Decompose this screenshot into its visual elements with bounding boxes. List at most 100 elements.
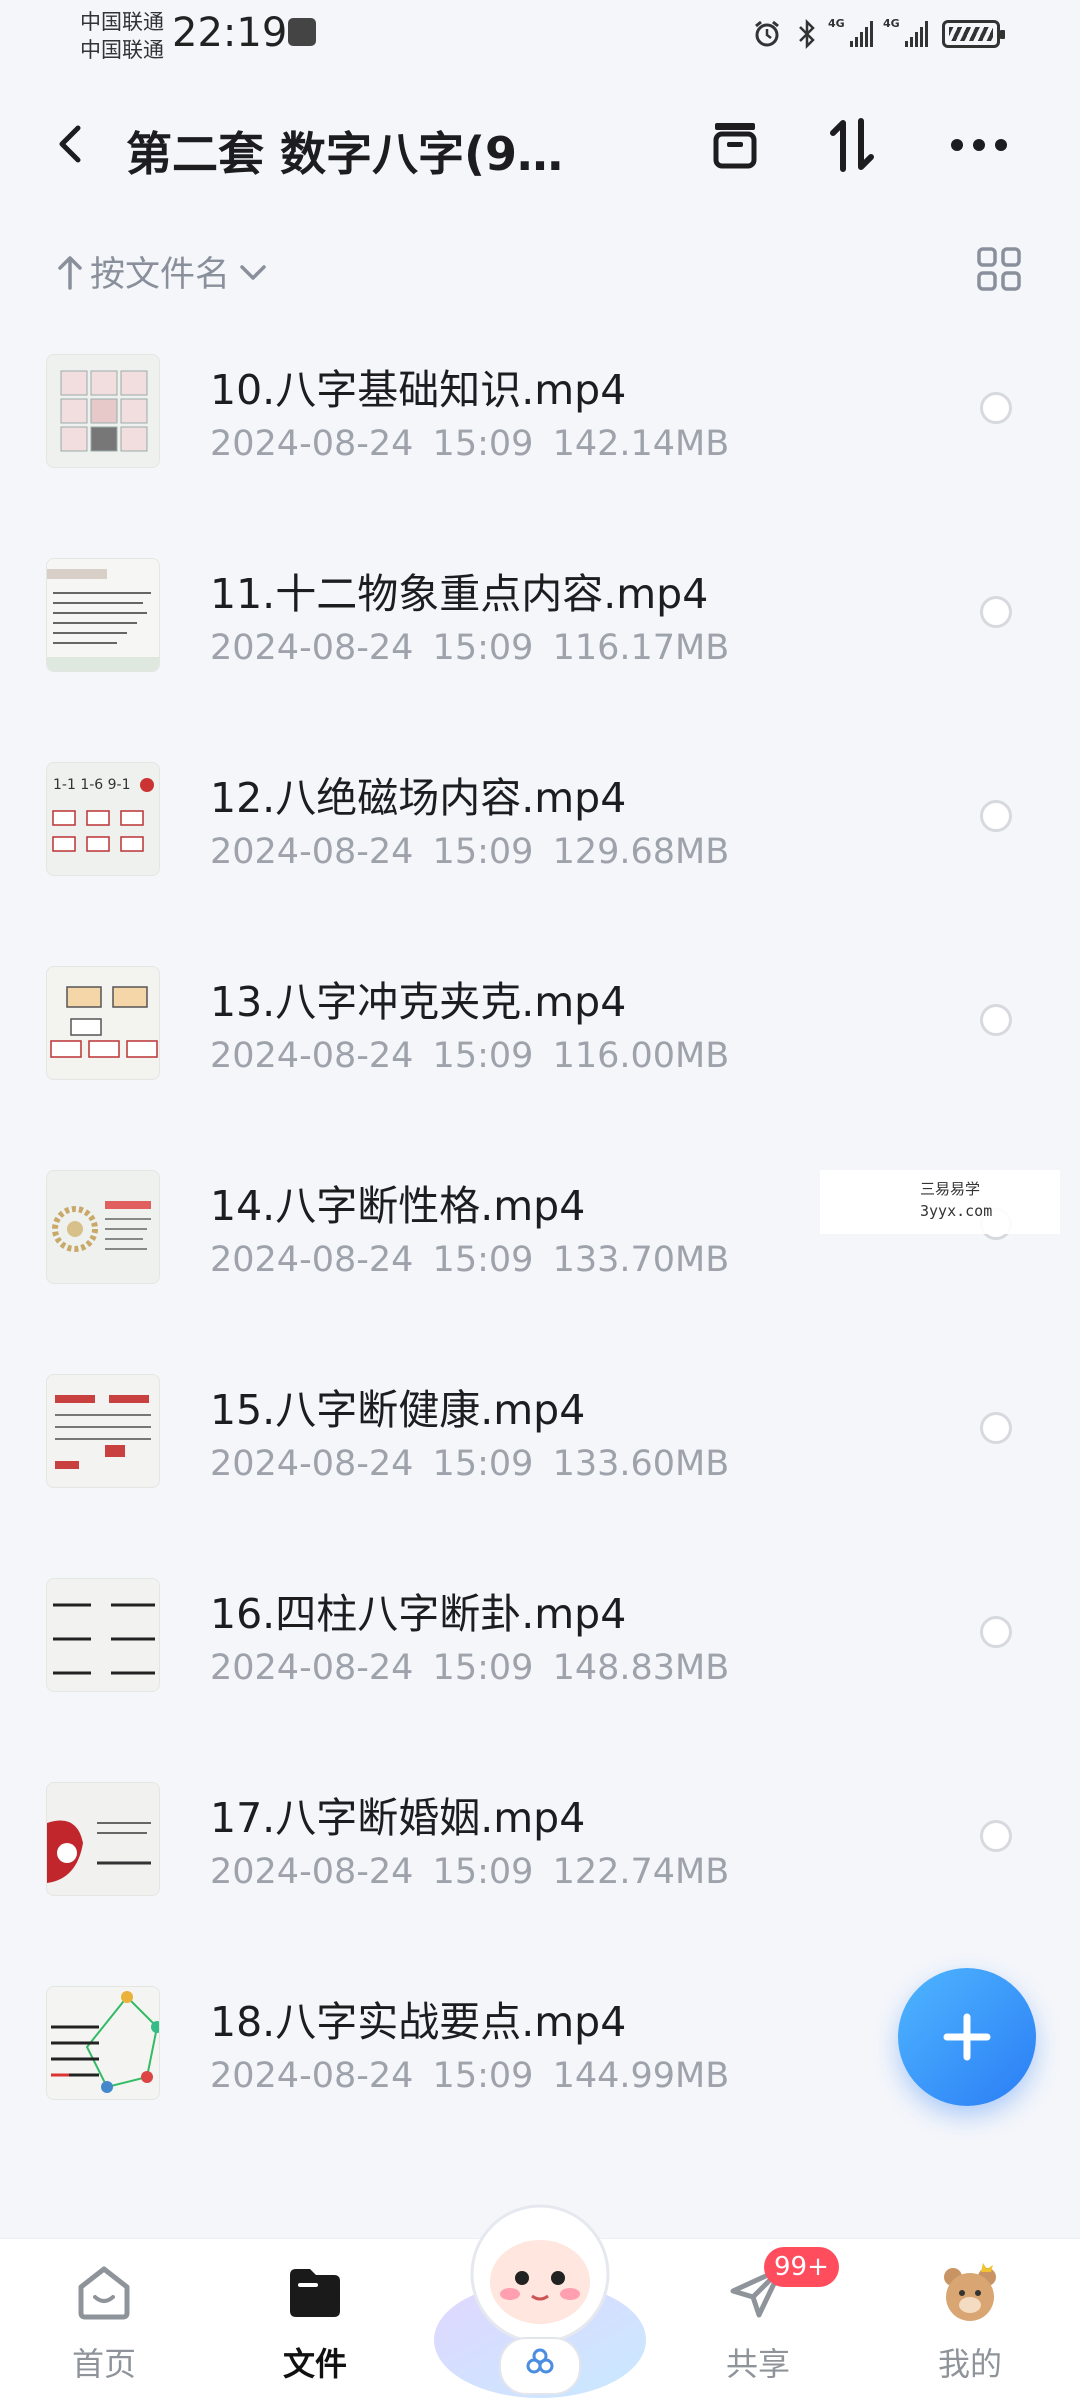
file-size: 133.70MB: [552, 1240, 730, 1280]
file-row[interactable]: 16.四柱八字断卦.mp4 2024-08-24 15:09 148.83MB: [0, 1564, 1080, 1768]
battery-icon: [942, 20, 1005, 48]
nav-home-label: 首页: [71, 2345, 136, 2383]
archive-button[interactable]: [700, 110, 770, 180]
file-row[interactable]: 11.十二物象重点内容.mp4 2024-08-24 15:09 116.17M…: [0, 544, 1080, 748]
file-time: 15:09: [432, 2056, 534, 2096]
video-thumbnail: [46, 354, 160, 468]
file-name: 18.八字实战要点.mp4: [210, 1998, 627, 2046]
file-date: 2024-08-24: [210, 2056, 414, 2096]
sort-swap-icon: [830, 118, 874, 172]
select-radio[interactable]: [980, 800, 1012, 832]
select-radio[interactable]: [980, 1820, 1012, 1852]
file-name: 10.八字基础知识.mp4: [210, 366, 627, 414]
select-radio[interactable]: [980, 1412, 1012, 1444]
file-name: 12.八绝磁场内容.mp4: [210, 774, 627, 822]
file-row[interactable]: 1-1 1-6 9-1 12.八绝磁场内容.mp4 2024-08-24 15:…: [0, 748, 1080, 952]
file-size: 116.17MB: [552, 628, 730, 668]
select-radio[interactable]: [980, 1616, 1012, 1648]
nav-share-label: 共享: [725, 2345, 790, 2383]
share-badge: 99+: [764, 2247, 839, 2287]
video-thumbnail: [46, 558, 160, 672]
arrow-up-icon: [58, 255, 82, 290]
file-date: 2024-08-24: [210, 1240, 414, 1280]
nav-mine[interactable]: 我的: [900, 2239, 1040, 2400]
home-icon: [78, 2266, 130, 2320]
file-name: 11.十二物象重点内容.mp4: [210, 570, 709, 618]
select-radio[interactable]: [980, 392, 1012, 424]
file-time: 15:09: [432, 1036, 534, 1076]
status-clock: 22:19: [172, 10, 288, 56]
video-thumbnail: [46, 1374, 160, 1488]
file-size: 116.00MB: [552, 1036, 730, 1076]
nav-share[interactable]: 99+ 共享: [688, 2239, 839, 2400]
file-size: 122.74MB: [552, 1852, 730, 1892]
video-thumbnail: [46, 966, 160, 1080]
carrier-labels: 中国联通 中国联通: [80, 8, 164, 64]
file-time: 15:09: [432, 1240, 534, 1280]
nav-home[interactable]: 首页: [34, 2239, 174, 2400]
file-row[interactable]: 10.八字基础知识.mp4 2024-08-24 15:09 142.14MB: [0, 340, 1080, 544]
grid-view-icon[interactable]: [976, 246, 1022, 292]
status-bar: 中国联通 中国联通 22:19 4G 4G: [0, 0, 1080, 70]
archive-icon: [713, 123, 757, 169]
carrier-1: 中国联通: [80, 10, 164, 34]
file-row[interactable]: 13.八字冲克夹克.mp4 2024-08-24 15:09 116.00MB: [0, 952, 1080, 1156]
file-date: 2024-08-24: [210, 1852, 414, 1892]
file-name: 16.四柱八字断卦.mp4: [210, 1590, 627, 1638]
nav-mine-label: 我的: [937, 2345, 1002, 2383]
file-size: 133.60MB: [552, 1444, 730, 1484]
more-button[interactable]: [944, 110, 1014, 180]
select-radio[interactable]: [980, 1004, 1012, 1036]
video-thumbnail: [46, 1986, 160, 2100]
notification-icon: [288, 18, 316, 46]
back-icon[interactable]: [50, 122, 94, 166]
select-radio[interactable]: [980, 596, 1012, 628]
video-thumbnail: [46, 1782, 160, 1896]
file-date: 2024-08-24: [210, 832, 414, 872]
file-date: 2024-08-24: [210, 1036, 414, 1076]
file-date: 2024-08-24: [210, 1648, 414, 1688]
file-meta: 2024-08-24 15:09 142.14MB: [210, 424, 729, 464]
bluetooth-icon: [799, 18, 815, 50]
file-time: 15:09: [432, 628, 534, 668]
sort-label: 按文件名: [90, 255, 231, 295]
watermark: 三易易学 3yyx.com: [820, 1170, 1060, 1234]
file-row[interactable]: 17.八字断婚姻.mp4 2024-08-24 15:09 122.74MB: [0, 1768, 1080, 1972]
folder-icon: [290, 2269, 340, 2317]
folder-title: 第二套 数字八字(9…: [126, 127, 564, 181]
file-name: 17.八字断婚姻.mp4: [210, 1794, 586, 1842]
plus-icon: [943, 2013, 991, 2061]
mascot-button[interactable]: [430, 2170, 650, 2400]
file-list: 10.八字基础知识.mp4 2024-08-24 15:09 142.14MB …: [0, 340, 1080, 2176]
watermark-line-1: 三易易学: [920, 1180, 981, 1198]
file-size: 144.99MB: [552, 2056, 730, 2096]
add-button[interactable]: [898, 1968, 1036, 2106]
signal-icon-2: 4G: [883, 17, 928, 47]
file-meta: 2024-08-24 15:09 129.68MB: [210, 832, 729, 872]
file-size: 142.14MB: [552, 424, 730, 464]
video-thumbnail: [46, 1578, 160, 1692]
file-meta: 2024-08-24 15:09 116.17MB: [210, 628, 729, 668]
file-meta: 2024-08-24 15:09 144.99MB: [210, 2056, 729, 2096]
video-thumbnail: [46, 1170, 160, 1284]
alarm-icon: [755, 20, 779, 47]
file-meta: 2024-08-24 15:09 133.70MB: [210, 1240, 729, 1280]
file-name: 13.八字冲克夹克.mp4: [210, 978, 627, 1026]
file-time: 15:09: [432, 424, 534, 464]
watermark-line-2: 3yyx.com: [920, 1202, 993, 1220]
file-row[interactable]: 15.八字断健康.mp4 2024-08-24 15:09 133.60MB: [0, 1360, 1080, 1564]
sort-swap-button[interactable]: [818, 110, 888, 180]
status-icons: 4G 4G: [752, 16, 1005, 52]
file-size: 129.68MB: [552, 832, 730, 872]
file-time: 15:09: [432, 1444, 534, 1484]
file-date: 2024-08-24: [210, 1444, 414, 1484]
file-meta: 2024-08-24 15:09 148.83MB: [210, 1648, 729, 1688]
file-name: 15.八字断健康.mp4: [210, 1386, 586, 1434]
video-thumbnail: 1-1 1-6 9-1: [46, 762, 160, 876]
more-icon: [951, 139, 1007, 151]
signal-icon-1: 4G: [828, 17, 873, 47]
nav-files[interactable]: 文件: [245, 2239, 385, 2400]
chevron-down-icon: [240, 264, 266, 280]
file-date: 2024-08-24: [210, 424, 414, 464]
sort-by-name-button[interactable]: 按文件名: [56, 246, 270, 297]
